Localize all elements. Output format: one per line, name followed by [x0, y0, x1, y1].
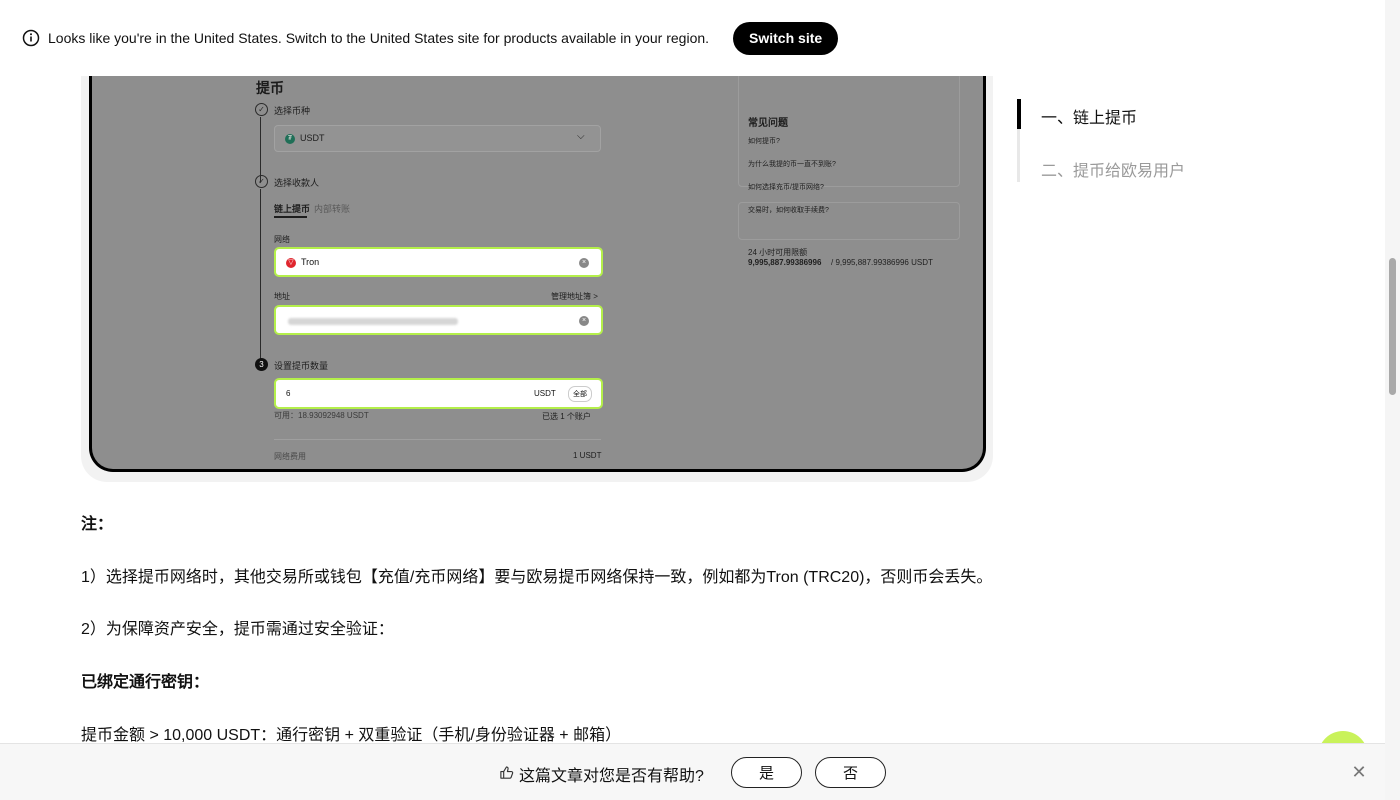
- faq-item[interactable]: 如何选择充币/提币网络?: [748, 182, 824, 192]
- tron-icon: ▽: [286, 258, 296, 268]
- faq-item[interactable]: 为什么我提的币一直不到账?: [748, 159, 836, 169]
- article-paragraph-3: 提币金额 > 10,000 USDT：通行密钥 + 双重验证（手机/身份验证器 …: [81, 727, 622, 744]
- faq-title: 常见问题: [748, 118, 788, 129]
- address-label: 地址: [274, 292, 290, 301]
- note-heading: 注：: [81, 516, 114, 533]
- page: Looks like you're in the United States. …: [0, 0, 1400, 800]
- fee-label: 网络费用: [274, 452, 306, 461]
- feedback-bar: 这篇文章对您是否有帮助? 是 否 ✕: [0, 743, 1385, 800]
- tab-internal[interactable]: 内部转账: [314, 202, 350, 215]
- feedback-yes-button[interactable]: 是: [731, 757, 802, 788]
- article-paragraph-2: 2）为保障资产安全，提币需通过安全验证：: [81, 621, 394, 638]
- coin-value: USDT: [300, 133, 325, 143]
- accounts-selected[interactable]: 已选 1 个账户: [542, 411, 591, 422]
- amount-input[interactable]: 6 USDT 全部: [274, 378, 603, 409]
- step2-label: 选择收款人: [274, 178, 320, 188]
- step1-check-icon: ✓: [255, 103, 268, 116]
- banner-text: Looks like you're in the United States. …: [48, 30, 710, 46]
- address-input[interactable]: ×: [274, 305, 603, 335]
- limit-label: 24 小时可用限额: [748, 248, 808, 257]
- network-label: 网络: [274, 235, 290, 244]
- close-icon[interactable]: ✕: [1350, 763, 1368, 781]
- feedback-no-button[interactable]: 否: [815, 757, 886, 788]
- fee-value: 1 USDT: [573, 451, 602, 460]
- amount-value: 6: [286, 389, 291, 398]
- limit-panel: [738, 202, 960, 240]
- withdraw-screenshot: 提币 ✓ 选择币种 ₮ USDT ⌵ ✓ 选择收款人 链上提币 内部转账 网络 …: [89, 40, 986, 472]
- withdraw-title: 提币: [256, 80, 284, 96]
- switch-site-button[interactable]: Switch site: [733, 21, 839, 55]
- usdt-icon: ₮: [285, 134, 295, 144]
- step3-number-badge: 3: [255, 358, 268, 371]
- divider: [274, 439, 601, 440]
- region-banner: Looks like you're in the United States. …: [0, 0, 1385, 76]
- feedback-question: 这篇文章对您是否有帮助?: [519, 768, 704, 785]
- coin-select[interactable]: ₮ USDT ⌵: [274, 125, 601, 152]
- scrollbar-track[interactable]: [1385, 0, 1400, 800]
- thumbs-up-icon: [500, 766, 514, 779]
- step3-label: 设置提币数量: [274, 361, 329, 371]
- step2-check-icon: ✓: [255, 175, 268, 188]
- limit-total: / 9,995,887.99386996 USDT: [831, 258, 933, 267]
- tab-underline: [274, 216, 307, 218]
- amount-unit: USDT: [534, 389, 556, 398]
- info-icon: [22, 29, 40, 47]
- all-button[interactable]: 全部: [568, 386, 592, 402]
- clear-address-icon[interactable]: ×: [579, 316, 589, 326]
- network-select[interactable]: ▽ Tron ×: [274, 247, 603, 277]
- article-paragraph-1: 1）选择提币网络时，其他交易所或钱包【充值/充币网络】要与欧易提币网络保持一致，…: [81, 569, 993, 586]
- passkey-heading: 已绑定通行密钥：: [81, 674, 210, 691]
- available-text: 可用：18.93092948 USDT: [274, 411, 369, 420]
- toc-active-indicator: [1017, 99, 1021, 129]
- limit-value: 9,995,887.99386996: [748, 258, 822, 267]
- blurred-address: [288, 318, 458, 325]
- scrollbar-thumb[interactable]: [1389, 258, 1396, 395]
- step-line: [260, 189, 261, 359]
- faq-panel: [738, 73, 960, 187]
- step-line: [260, 117, 261, 182]
- faq-item[interactable]: 如何提币?: [748, 136, 780, 146]
- network-value: Tron: [301, 257, 320, 267]
- clear-network-icon[interactable]: ×: [579, 258, 589, 268]
- chevron-down-icon: ⌵: [577, 131, 585, 142]
- toc-item-internal[interactable]: 二、提币给欧易用户: [1041, 157, 1185, 181]
- tab-onchain[interactable]: 链上提币: [274, 202, 310, 215]
- toc-item-onchain[interactable]: 一、链上提币: [1041, 104, 1137, 128]
- address-book-link[interactable]: 管理地址簿 >: [551, 291, 598, 302]
- step1-label: 选择币种: [274, 106, 311, 116]
